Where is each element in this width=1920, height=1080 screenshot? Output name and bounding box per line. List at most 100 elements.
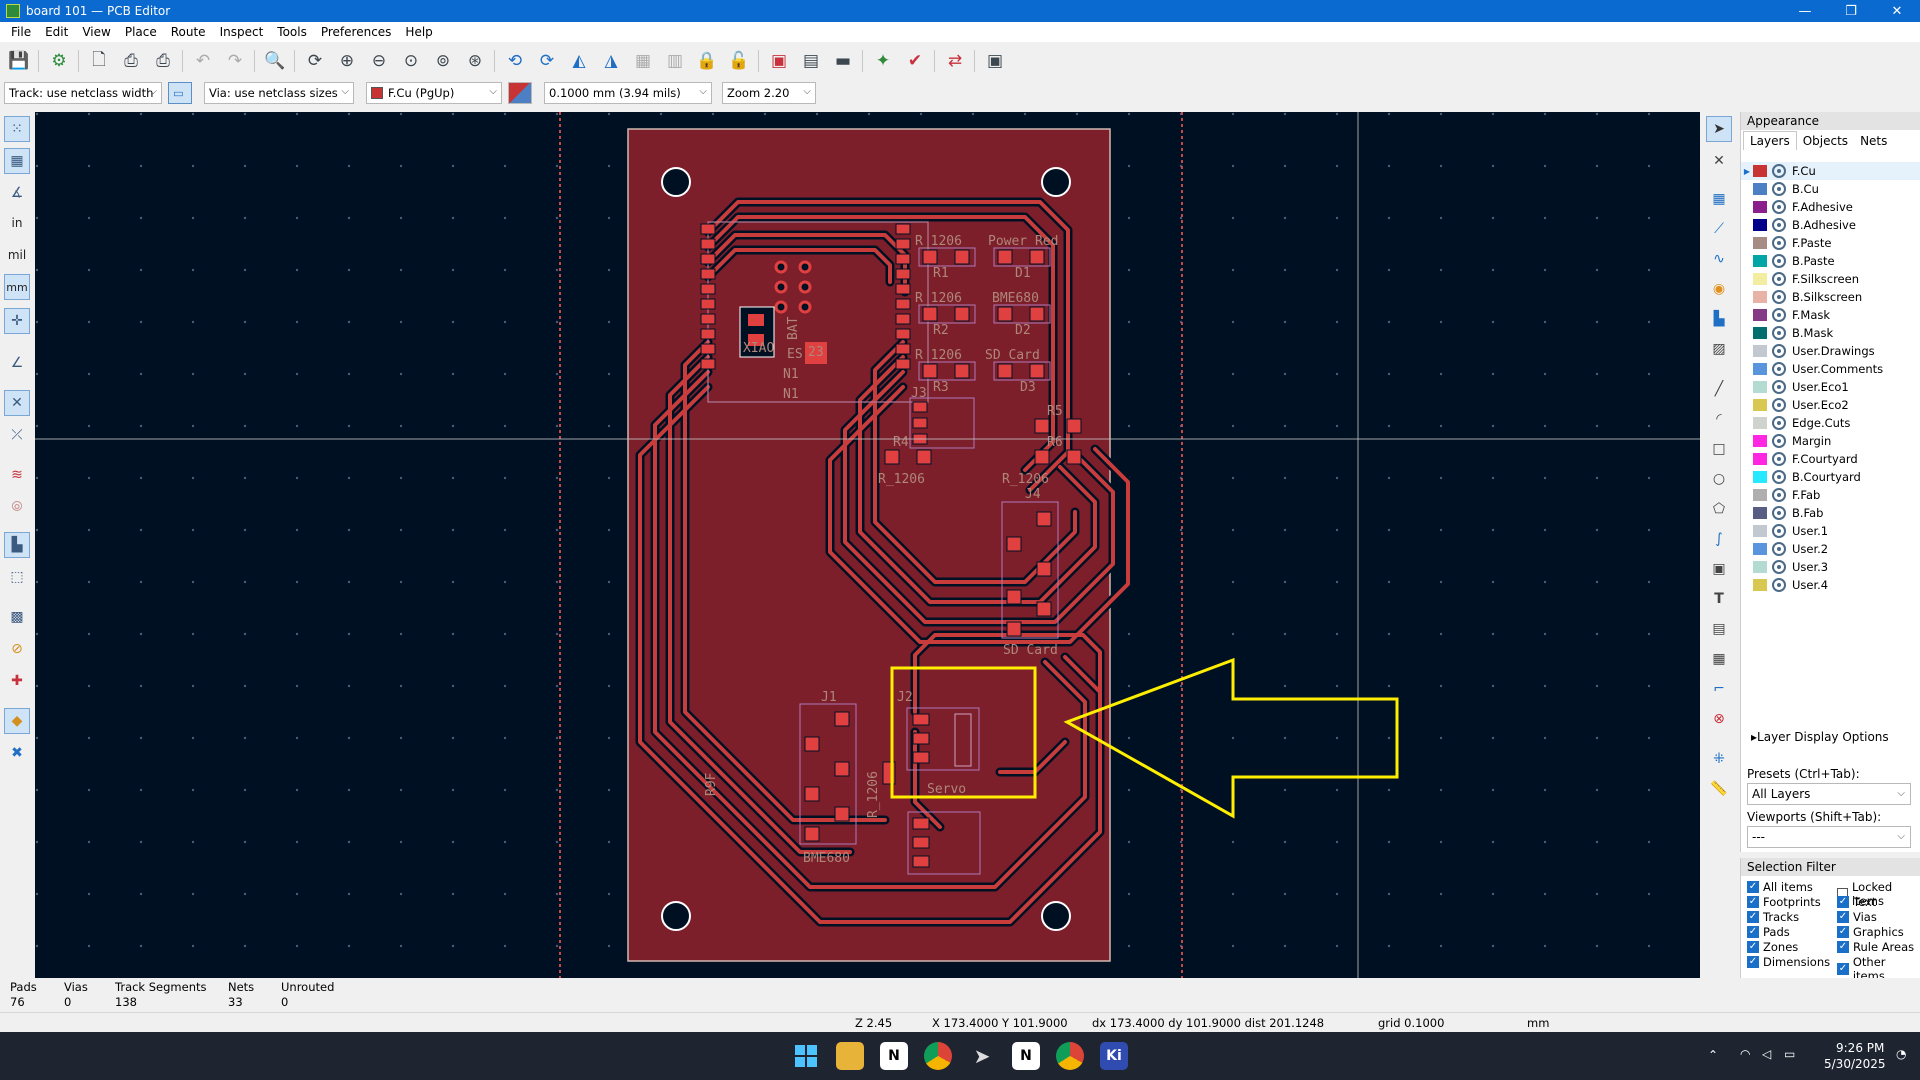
schematic-icon[interactable]: ⇄ bbox=[942, 49, 968, 73]
add-zone-icon[interactable]: ▙ bbox=[1706, 306, 1732, 332]
zone-outline-icon[interactable]: ⬚ bbox=[4, 564, 30, 590]
ungroup-icon[interactable]: ▥ bbox=[662, 49, 688, 73]
layer-row[interactable]: User.4 bbox=[1741, 576, 1920, 594]
layer-color-swatch[interactable] bbox=[1753, 561, 1767, 573]
units-inches-button[interactable]: in bbox=[4, 210, 30, 236]
layer-color-swatch[interactable] bbox=[1753, 381, 1767, 393]
footprint-display-icon[interactable]: ▩ bbox=[4, 604, 30, 630]
plot-icon[interactable]: ⎙ bbox=[150, 49, 176, 73]
clock-time[interactable]: 9:26 PM bbox=[1836, 1041, 1884, 1055]
filter-checkbox[interactable]: ✓ Zones bbox=[1747, 940, 1798, 954]
zoom-select[interactable]: Zoom 2.20 ⌵ bbox=[722, 82, 816, 104]
add-via-icon[interactable]: ◉ bbox=[1706, 276, 1732, 302]
battery-icon[interactable]: ▭ bbox=[1784, 1047, 1795, 1061]
layer-color-swatch[interactable] bbox=[1753, 327, 1767, 339]
add-table-icon[interactable]: ▦ bbox=[1706, 646, 1732, 672]
layer-row[interactable]: User.2 bbox=[1741, 540, 1920, 558]
eye-icon[interactable] bbox=[1772, 344, 1786, 358]
tab-nets[interactable]: Nets bbox=[1854, 132, 1893, 150]
add-image-icon[interactable]: ▣ bbox=[1706, 556, 1732, 582]
board-setup-icon[interactable]: ⚙ bbox=[46, 49, 72, 73]
layer-display-options-toggle[interactable]: ▸Layer Display Options bbox=[1751, 730, 1889, 744]
eye-icon[interactable] bbox=[1772, 560, 1786, 574]
redo-icon[interactable]: ↷ bbox=[222, 49, 248, 73]
layer-select[interactable]: F.Cu (PgUp) ⌵ bbox=[366, 82, 502, 104]
layer-color-swatch[interactable] bbox=[1753, 165, 1767, 177]
layer-row[interactable]: F.Paste bbox=[1741, 234, 1920, 252]
cursor-crosshair-icon[interactable]: ✛ bbox=[4, 308, 30, 334]
group-icon[interactable]: ▦ bbox=[630, 49, 656, 73]
filter-checkbox[interactable]: ✓ Tracks bbox=[1747, 910, 1799, 924]
layer-row[interactable]: F.Courtyard bbox=[1741, 450, 1920, 468]
footprint-browser-icon[interactable]: ▤ bbox=[798, 49, 824, 73]
eye-icon[interactable] bbox=[1772, 488, 1786, 502]
layer-row[interactable]: F.Silkscreen bbox=[1741, 270, 1920, 288]
layer-row[interactable]: F.Fab bbox=[1741, 486, 1920, 504]
via-display-icon[interactable]: ⦾ bbox=[4, 494, 30, 520]
layer-row[interactable]: B.Paste bbox=[1741, 252, 1920, 270]
select-arrow-icon[interactable]: ➤ bbox=[1706, 116, 1732, 142]
undo-icon[interactable]: ↶ bbox=[190, 49, 216, 73]
add-textbox-icon[interactable]: ▤ bbox=[1706, 616, 1732, 642]
draw-circle-icon[interactable]: ○ bbox=[1706, 466, 1732, 492]
route-track-icon[interactable]: ⟋ bbox=[1706, 216, 1732, 242]
clock-date[interactable]: 5/30/2025 bbox=[1824, 1057, 1886, 1071]
close-button[interactable]: ✕ bbox=[1874, 0, 1920, 22]
eye-icon[interactable] bbox=[1772, 452, 1786, 466]
local-ratsnest-icon[interactable]: ✕ bbox=[1706, 148, 1732, 174]
menu-view[interactable]: View bbox=[75, 25, 117, 39]
zoom-fit-icon[interactable]: ⊙ bbox=[398, 49, 424, 73]
draw-bezier-icon[interactable]: ∫ bbox=[1706, 526, 1732, 552]
grid-overrides-icon[interactable]: ▦ bbox=[4, 148, 30, 174]
layer-color-swatch[interactable] bbox=[1753, 237, 1767, 249]
layer-row[interactable]: B.Fab bbox=[1741, 504, 1920, 522]
measure-icon[interactable]: 📏 bbox=[1706, 776, 1732, 802]
eye-icon[interactable] bbox=[1772, 380, 1786, 394]
layer-row[interactable]: Edge.Cuts bbox=[1741, 414, 1920, 432]
angle-constraint-icon[interactable]: ∠ bbox=[4, 350, 30, 376]
menu-preferences[interactable]: Preferences bbox=[314, 25, 399, 39]
zone-display-icon[interactable]: ▙ bbox=[4, 532, 30, 558]
eye-icon[interactable] bbox=[1772, 506, 1786, 520]
draw-rectangle-icon[interactable]: □ bbox=[1706, 436, 1732, 462]
notion-icon-2[interactable]: N bbox=[1012, 1042, 1040, 1070]
layer-row[interactable]: User.Comments bbox=[1741, 360, 1920, 378]
viewports-select[interactable]: --- ⌵ bbox=[1747, 826, 1911, 848]
tab-objects[interactable]: Objects bbox=[1797, 132, 1854, 150]
wifi-icon[interactable]: ◠ bbox=[1740, 1047, 1750, 1061]
grid-origin-icon[interactable]: ⁜ bbox=[1706, 746, 1732, 772]
layer-color-swatch[interactable] bbox=[1753, 417, 1767, 429]
layer-pair-button[interactable] bbox=[508, 82, 532, 104]
tab-layers[interactable]: Layers bbox=[1743, 131, 1797, 150]
auto-track-width-button[interactable]: ▭ bbox=[168, 82, 192, 104]
layer-color-swatch[interactable] bbox=[1753, 309, 1767, 321]
python-console-icon[interactable]: ▣ bbox=[982, 49, 1008, 73]
filter-checkbox[interactable]: ✓ Footprints bbox=[1747, 895, 1821, 909]
layer-row[interactable]: B.Mask bbox=[1741, 324, 1920, 342]
eye-icon[interactable] bbox=[1772, 182, 1786, 196]
grid-dots-icon[interactable]: ⁙ bbox=[4, 116, 30, 142]
layer-color-swatch[interactable] bbox=[1753, 579, 1767, 591]
menu-inspect[interactable]: Inspect bbox=[213, 25, 271, 39]
layer-color-swatch[interactable] bbox=[1753, 273, 1767, 285]
drc-icon[interactable]: ✔ bbox=[902, 49, 928, 73]
maximize-button[interactable]: ❐ bbox=[1828, 0, 1874, 22]
mirror-v-icon[interactable]: ◮ bbox=[598, 49, 624, 73]
high-contrast-icon[interactable]: ✚ bbox=[4, 668, 30, 694]
mirror-h-icon[interactable]: ◭ bbox=[566, 49, 592, 73]
layer-color-swatch[interactable] bbox=[1753, 525, 1767, 537]
presets-select[interactable]: All Layers ⌵ bbox=[1747, 783, 1911, 805]
netlist-icon[interactable]: ▣ bbox=[766, 49, 792, 73]
filter-checkbox[interactable]: ✓ Text bbox=[1837, 895, 1876, 909]
chrome-profile-icon[interactable] bbox=[1056, 1042, 1084, 1070]
menu-place[interactable]: Place bbox=[118, 25, 164, 39]
layer-row[interactable]: F.Mask bbox=[1741, 306, 1920, 324]
lock-icon[interactable]: 🔒 bbox=[694, 49, 720, 73]
layer-color-swatch[interactable] bbox=[1753, 453, 1767, 465]
eye-icon[interactable] bbox=[1772, 290, 1786, 304]
add-dimension-icon[interactable]: ⌐ bbox=[1706, 676, 1732, 702]
windows-start-icon[interactable] bbox=[792, 1042, 820, 1070]
layer-stack-icon[interactable]: ◆ bbox=[4, 708, 30, 734]
rotate-cw-icon[interactable]: ⟳ bbox=[534, 49, 560, 73]
layer-row[interactable]: B.Courtyard bbox=[1741, 468, 1920, 486]
